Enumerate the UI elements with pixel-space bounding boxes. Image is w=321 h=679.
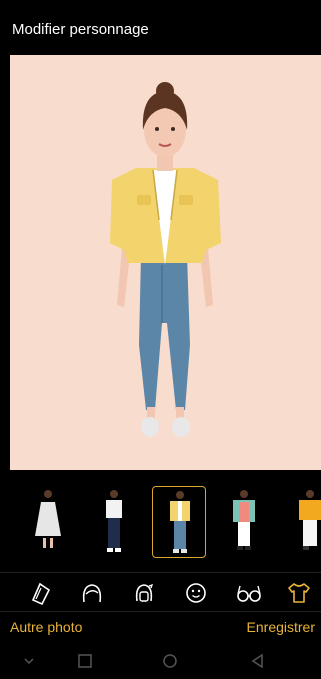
circle-icon xyxy=(163,654,177,668)
teal-cardigan-pink-top-outfit-icon xyxy=(233,490,255,550)
tab-face-swap[interactable] xyxy=(131,580,157,606)
nav-back-button[interactable] xyxy=(249,653,267,669)
outfit-thumb-1[interactable] xyxy=(21,486,75,558)
outfit-thumb-3[interactable] xyxy=(152,486,206,558)
outfit-thumb-5[interactable] xyxy=(283,486,321,558)
tab-clothing[interactable] xyxy=(286,580,312,606)
glasses-icon xyxy=(237,585,261,602)
tshirt-icon xyxy=(288,583,310,603)
hairstyle-icon xyxy=(82,584,102,603)
nav-collapse-button[interactable] xyxy=(20,653,38,669)
divider-top xyxy=(0,572,321,573)
yellow-jacket-jeans-outfit-icon xyxy=(170,491,190,553)
back-triangle-icon xyxy=(251,653,263,669)
outfit-thumb-4[interactable] xyxy=(217,486,271,558)
save-button[interactable]: Enregistrer xyxy=(247,619,315,635)
app-header: Modifier personnage xyxy=(0,0,321,55)
face-swap-icon xyxy=(135,583,154,602)
orange-top-white-pants-outfit-icon xyxy=(299,490,321,550)
avatar-preview xyxy=(10,55,321,470)
category-tabs xyxy=(0,574,321,610)
page-title: Modifier personnage xyxy=(12,21,149,38)
tab-glasses[interactable] xyxy=(236,580,262,606)
tab-face-features[interactable] xyxy=(183,580,209,606)
nav-home-button[interactable] xyxy=(161,653,179,669)
nav-recents-button[interactable] xyxy=(76,653,94,669)
body-shape-icon xyxy=(31,582,51,606)
avatar-figure xyxy=(110,82,221,437)
square-icon xyxy=(78,654,92,668)
white-tee-dark-jeans-outfit-icon xyxy=(106,490,122,552)
other-photo-button[interactable]: Autre photo xyxy=(10,619,82,635)
outfit-carousel xyxy=(0,470,321,570)
action-bar: Autre photo Enregistrer xyxy=(0,612,321,642)
tab-body-shape[interactable] xyxy=(28,580,54,606)
face-features-icon xyxy=(186,583,206,603)
chevron-down-icon xyxy=(24,658,34,665)
outfit-thumb-2[interactable] xyxy=(87,486,141,558)
white-lace-dress-outfit-icon xyxy=(35,490,61,548)
system-nav-bar xyxy=(0,642,321,679)
tab-hairstyle[interactable] xyxy=(79,580,105,606)
